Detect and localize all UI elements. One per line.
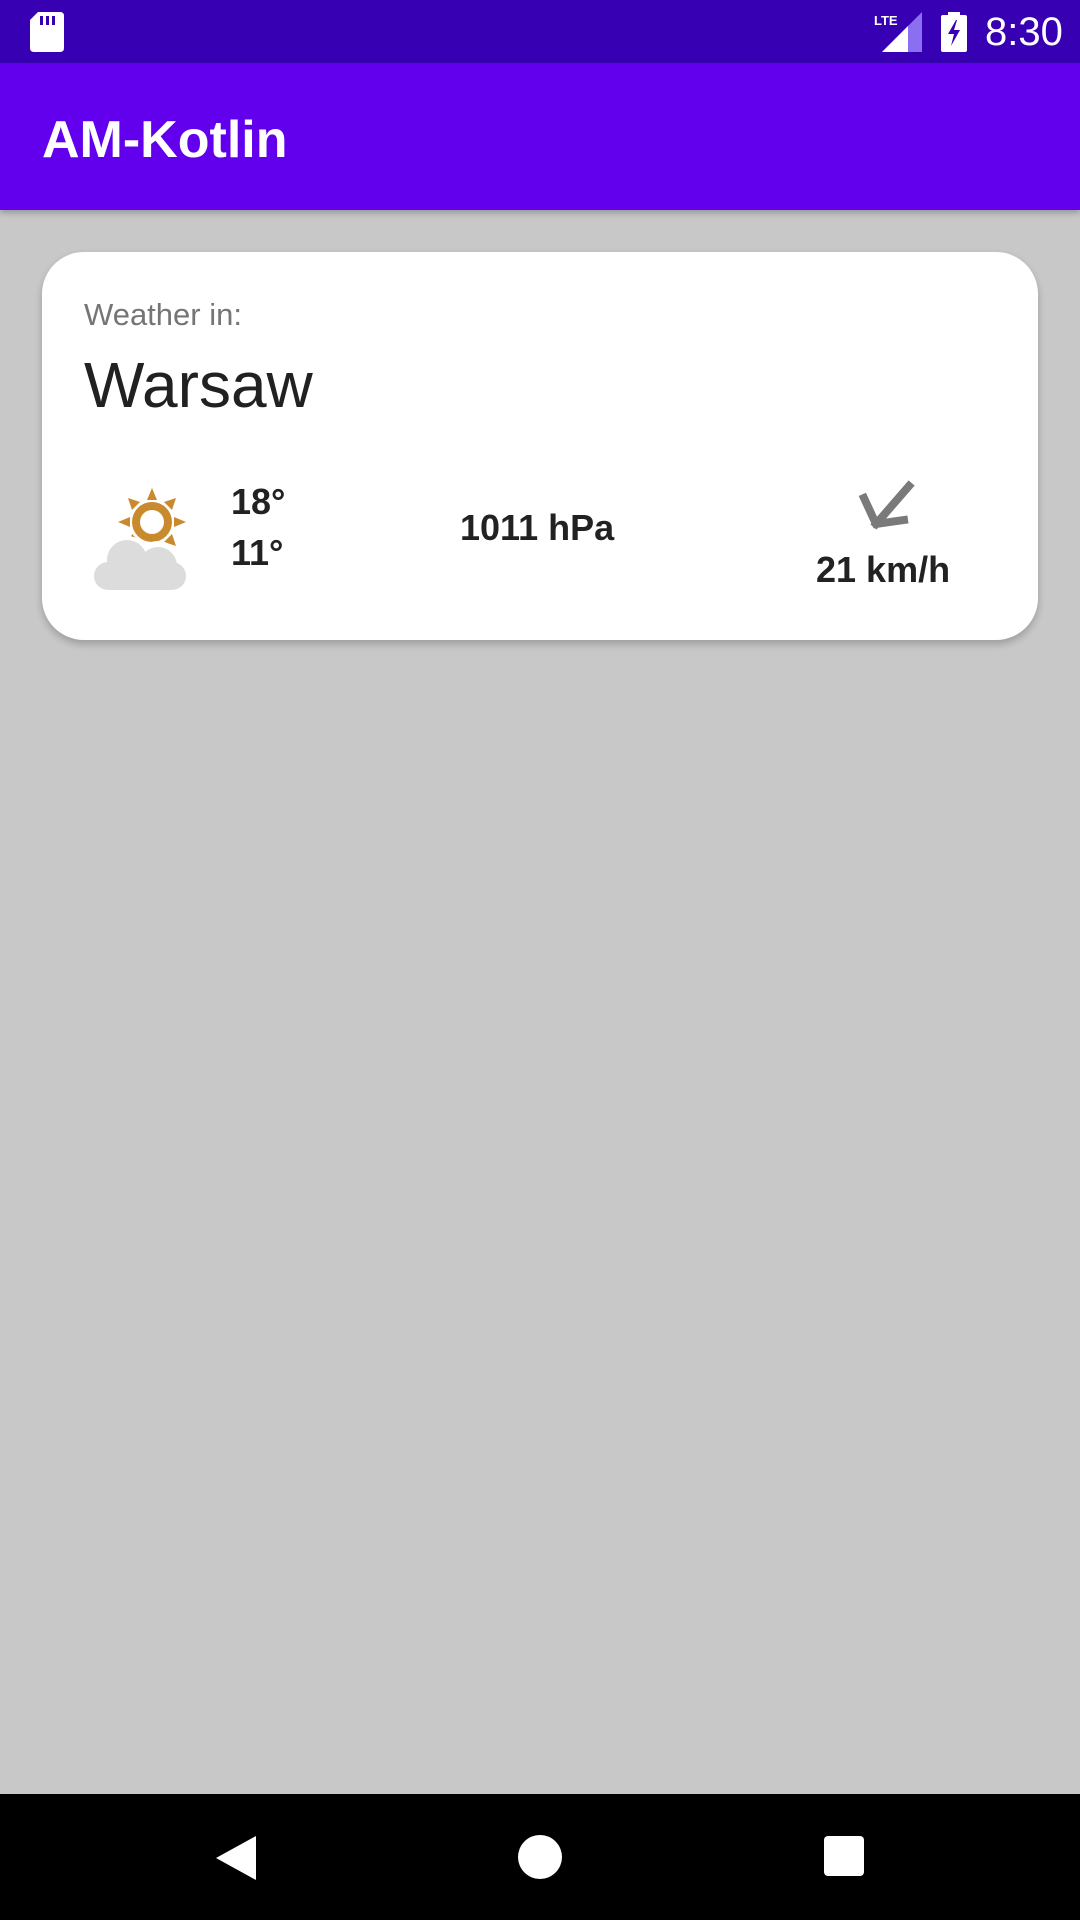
wind-speed-value: 21 km/h	[816, 549, 951, 590]
weather-label: Weather in:	[84, 297, 242, 332]
temperature-low: 11°	[231, 532, 284, 573]
status-clock: 8:30	[985, 10, 1063, 54]
partly-cloudy-icon	[90, 488, 186, 590]
sd-card-icon	[30, 12, 64, 52]
navigation-bar	[0, 1794, 1080, 1920]
back-icon[interactable]	[212, 1834, 258, 1882]
pressure-value: 1011 hPa	[460, 507, 615, 548]
app-bar: AM-Kotlin	[0, 63, 1080, 210]
city-name: Warsaw	[84, 349, 313, 421]
lte-signal-icon: LTE	[874, 12, 922, 52]
home-icon[interactable]	[518, 1835, 562, 1879]
wind-direction-arrow-icon	[858, 480, 915, 530]
app-title: AM-Kotlin	[42, 111, 288, 169]
battery-charging-icon	[941, 12, 967, 52]
temperature-high: 18°	[231, 481, 286, 522]
status-bar: LTE 8:30	[0, 0, 1080, 63]
lte-label: LTE	[874, 13, 898, 28]
weather-card[interactable]: Weather in: Warsaw 18° 11° 1011 hPa 21 k…	[42, 252, 1038, 640]
recents-icon[interactable]	[824, 1836, 864, 1876]
